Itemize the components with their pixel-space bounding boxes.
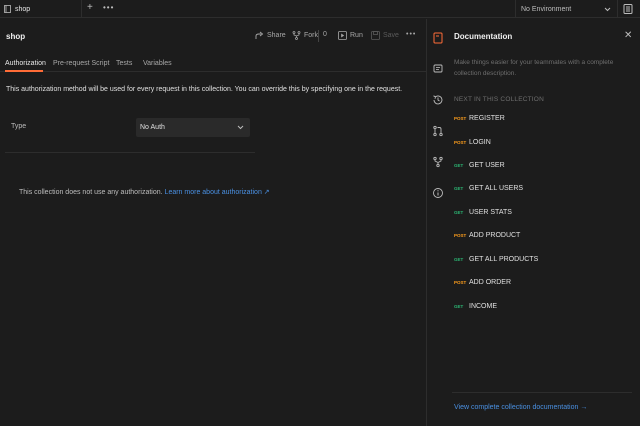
more-options-icon[interactable]: •••: [406, 31, 416, 38]
chevron-down-icon: [604, 7, 611, 11]
no-auth-message: This collection does not use any authori…: [19, 188, 270, 196]
request-name: INCOME: [469, 302, 497, 310]
fork-icon[interactable]: [432, 156, 444, 168]
method-badge: GET: [454, 256, 464, 262]
request-name: ADD PRODUCT: [469, 231, 521, 239]
run-icon: [338, 31, 347, 40]
documentation-panel: [426, 19, 640, 426]
auth-type-value: No Auth: [140, 124, 165, 131]
chevron-down-icon: [237, 125, 244, 130]
environment-quick-look-icon[interactable]: [622, 3, 634, 15]
auth-type-select[interactable]: No Auth: [136, 118, 250, 137]
next-heading: NEXT IN THIS COLLECTION: [454, 96, 544, 103]
divider: [318, 30, 319, 42]
auth-type-label: Type: [11, 123, 27, 130]
active-tab-indicator: [5, 70, 43, 72]
request-item-login[interactable]: POST LOGIN: [454, 137, 491, 147]
tab-label: shop: [15, 5, 31, 13]
method-badge: POST: [454, 279, 467, 285]
environment-label: No Environment: [521, 5, 572, 13]
divider: [5, 152, 255, 153]
save-icon: [371, 31, 380, 40]
fork-count: 0: [323, 31, 327, 38]
request-item-get-all-products[interactable]: GET GET ALL PRODUCTS: [454, 254, 538, 264]
method-badge: GET: [454, 185, 464, 191]
request-name: ADD ORDER: [469, 278, 512, 286]
request-name: GET USER: [469, 161, 505, 169]
no-auth-text: This collection does not use any authori…: [19, 189, 163, 196]
run-label: Run: [350, 32, 363, 39]
divider: [452, 392, 632, 393]
request-name: GET ALL USERS: [469, 184, 524, 192]
request-name: REGISTER: [469, 114, 505, 122]
tab-options-icon[interactable]: •••: [103, 3, 114, 12]
share-icon: [255, 31, 264, 39]
save-button[interactable]: Save: [371, 31, 399, 40]
request-item-register[interactable]: POST REGISTER: [454, 113, 505, 123]
tab-shop[interactable]: shop: [0, 0, 82, 18]
method-badge: POST: [454, 139, 467, 145]
run-button[interactable]: Run: [338, 31, 363, 40]
documentation-title: Documentation: [454, 32, 513, 41]
share-button[interactable]: Share: [255, 31, 286, 40]
request-item-user-stats[interactable]: GET USER STATS: [454, 207, 512, 217]
request-name: GET ALL PRODUCTS: [469, 255, 539, 263]
close-icon[interactable]: ✕: [624, 30, 632, 41]
learn-more-link[interactable]: Learn more about authorization ↗: [165, 189, 270, 196]
request-item-get-user[interactable]: GET GET USER: [454, 160, 505, 170]
save-label: Save: [383, 32, 399, 39]
tab-tests[interactable]: Tests: [116, 60, 132, 67]
method-badge: GET: [454, 162, 464, 168]
info-icon[interactable]: [432, 187, 444, 199]
request-item-add-order[interactable]: POST ADD ORDER: [454, 277, 511, 287]
fork-label: Fork: [304, 32, 318, 39]
tab-variables[interactable]: Variables: [143, 60, 172, 67]
comments-icon[interactable]: [432, 63, 444, 75]
method-badge: POST: [454, 232, 467, 238]
documentation-description[interactable]: Make things easier for your teammates wi…: [454, 57, 619, 79]
documentation-icon[interactable]: [432, 32, 444, 44]
tab-pre-request-script[interactable]: Pre-request Script: [53, 60, 109, 67]
fork-icon: [292, 31, 301, 40]
method-badge: GET: [454, 209, 464, 215]
new-tab-button[interactable]: +: [87, 2, 93, 13]
request-item-get-all-users[interactable]: GET GET ALL USERS: [454, 183, 523, 193]
request-name: LOGIN: [469, 138, 491, 146]
view-complete-documentation-link[interactable]: View complete collection documentation →: [454, 404, 587, 411]
pull-requests-icon[interactable]: [432, 125, 444, 137]
right-icon-rail: [427, 19, 449, 426]
request-item-add-product[interactable]: POST ADD PRODUCT: [454, 230, 520, 240]
fork-button[interactable]: Fork: [292, 31, 318, 40]
request-name: USER STATS: [469, 208, 512, 216]
collection-title: shop: [6, 32, 26, 41]
request-item-income[interactable]: GET INCOME: [454, 301, 497, 311]
collection-icon: [4, 5, 11, 13]
share-label: Share: [267, 32, 286, 39]
method-badge: GET: [454, 303, 464, 309]
auth-description: This authorization method will be used f…: [6, 86, 403, 93]
environment-select[interactable]: No Environment: [515, 0, 618, 18]
tab-authorization[interactable]: Authorization: [5, 60, 46, 67]
method-badge: POST: [454, 115, 467, 121]
history-icon[interactable]: [432, 94, 444, 106]
